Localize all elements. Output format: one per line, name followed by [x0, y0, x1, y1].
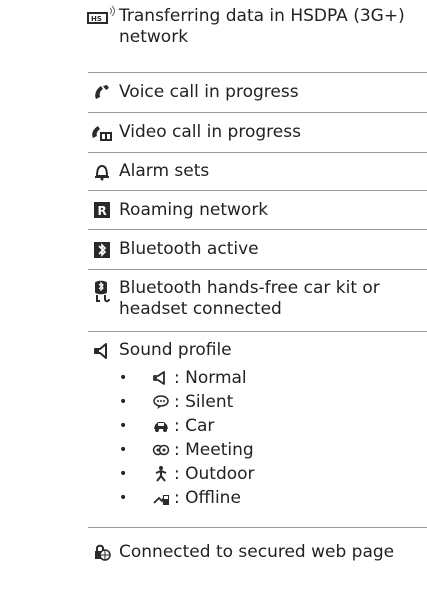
bullet: •	[119, 417, 128, 434]
row-text: Alarm sets	[119, 161, 210, 181]
hsdpa-icon: HS	[86, 5, 120, 25]
table-row: Bluetooth hands-free car kit or headset …	[88, 270, 427, 332]
table-row: Sound profile • : Normal •: Silent •: …	[88, 332, 427, 528]
bluetooth-icon	[88, 240, 116, 260]
list-item: • : Car	[119, 414, 419, 438]
table-row: Video call in progress	[88, 113, 427, 153]
row-text: Sound profile	[119, 340, 232, 360]
table-row: Alarm sets	[88, 153, 427, 191]
list-item-label: : Normal	[174, 367, 247, 388]
normal-speaker-icon	[151, 369, 171, 387]
row-text: Transferring data in HSDPA (3G+) network	[119, 6, 405, 47]
list-item-label: : Meeting	[174, 439, 254, 460]
list-item-label: : Offline	[174, 487, 241, 508]
svg-text:HS: HS	[91, 15, 102, 23]
offline-icon	[151, 489, 171, 507]
bullet: •	[119, 393, 128, 410]
list-item-label: : Car	[174, 415, 215, 436]
table-row: R Roaming network	[88, 191, 427, 230]
list-item: • : Meeting	[119, 438, 419, 462]
silent-speech-icon	[151, 393, 171, 411]
table-row: Connected to secured web page	[88, 528, 427, 588]
row-text: Bluetooth hands-free car kit or headset …	[119, 278, 380, 319]
row-text: Video call in progress	[119, 122, 301, 142]
list-item-label: : Silent	[174, 391, 234, 412]
meeting-icon	[151, 441, 171, 459]
svg-text:R: R	[98, 204, 107, 218]
list-item: • : Offline	[119, 486, 419, 510]
table-row: Voice call in progress	[88, 73, 427, 113]
bullet: •	[119, 441, 128, 458]
sound-profile-list: • : Normal •: Silent •: Car •: Meetin…	[119, 366, 419, 510]
bullet: •	[119, 489, 128, 506]
bullet: •	[119, 465, 128, 482]
video-call-icon	[88, 123, 116, 143]
table-row: Bluetooth active	[88, 230, 427, 270]
list-item: • : Silent	[119, 390, 419, 414]
car-icon	[151, 417, 171, 435]
secured-web-icon	[88, 543, 116, 563]
sound-profile-icon	[88, 341, 116, 361]
list-item: • : Normal	[119, 366, 419, 390]
row-text: Roaming network	[119, 200, 269, 220]
row-text: Voice call in progress	[119, 82, 299, 102]
status-icon-table: HS Transferring data in HSDPA (3G+) netw…	[86, 0, 427, 588]
outdoor-person-icon	[151, 465, 171, 483]
row-text: Connected to secured web page	[119, 542, 395, 562]
table-row: HS Transferring data in HSDPA (3G+) netw…	[86, 0, 427, 73]
voice-call-icon	[88, 83, 116, 103]
roaming-icon: R	[88, 200, 116, 220]
list-item-label: : Outdoor	[174, 463, 255, 484]
list-item: • : Outdoor	[119, 462, 419, 486]
row-text: Bluetooth active	[119, 239, 259, 259]
bullet: •	[119, 369, 128, 386]
alarm-bell-icon	[88, 162, 116, 182]
bluetooth-headset-icon	[88, 279, 116, 305]
